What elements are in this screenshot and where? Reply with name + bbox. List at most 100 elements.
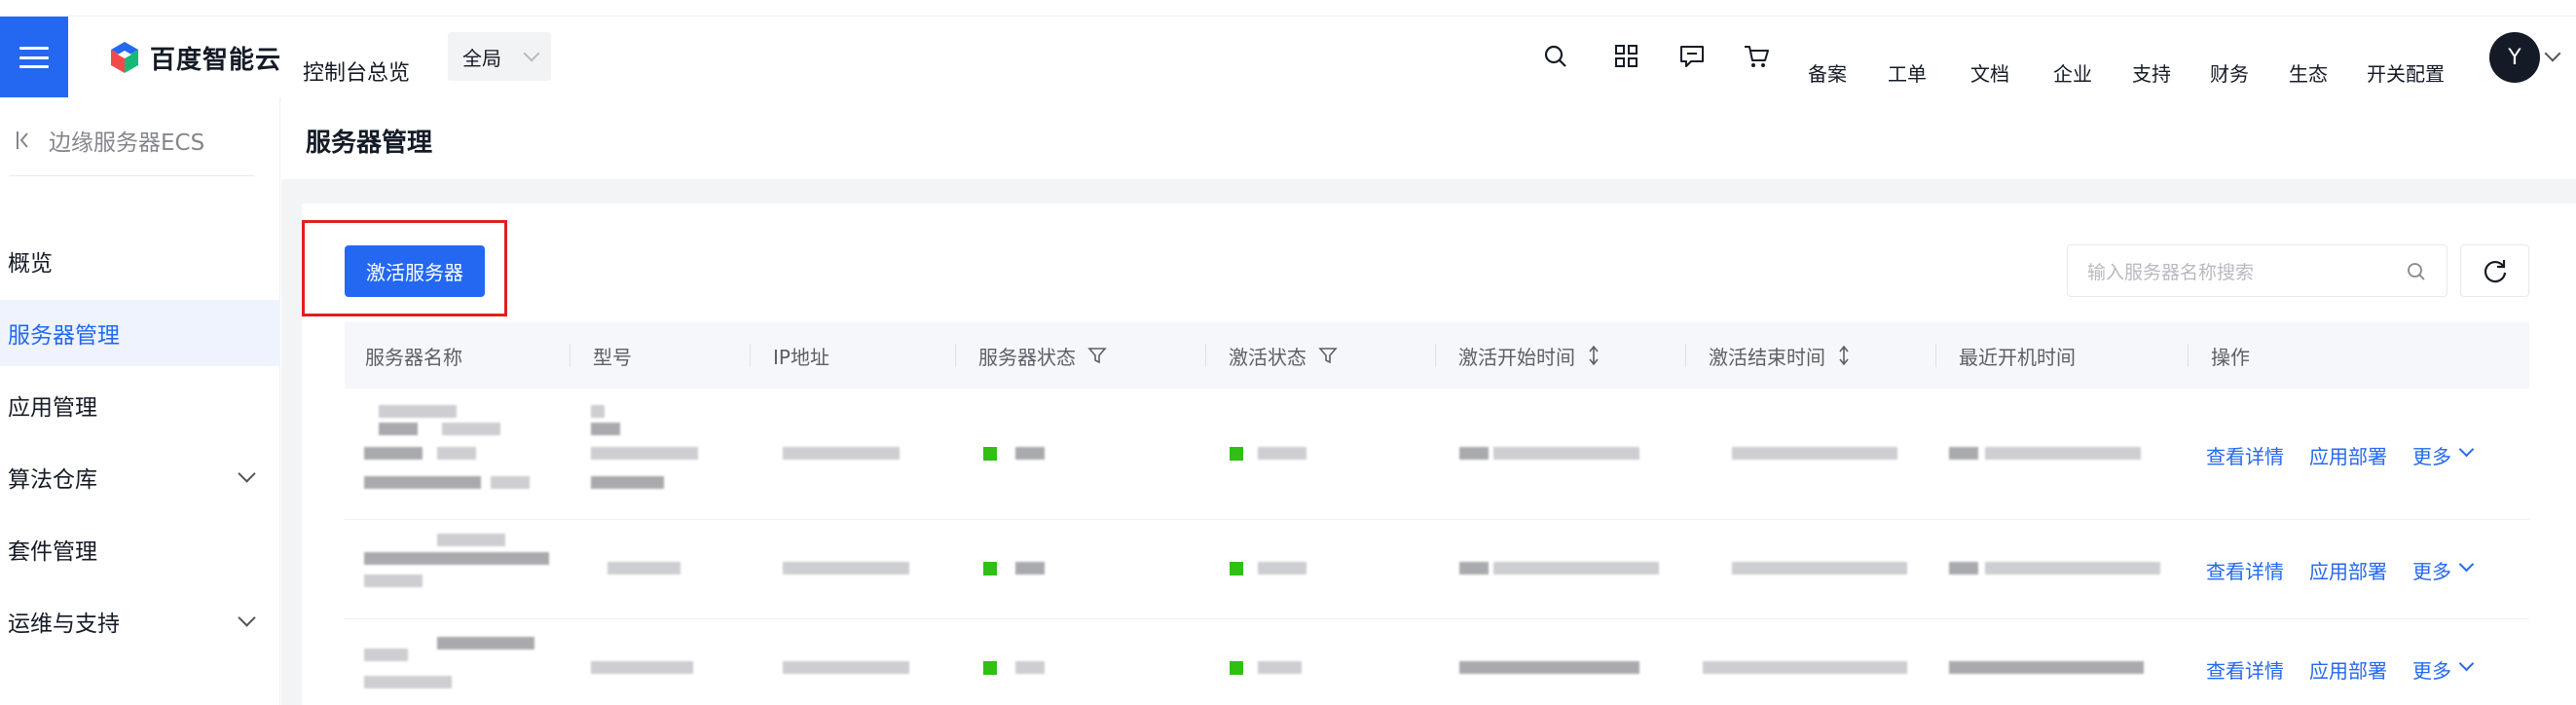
redacted-ip [783,447,900,460]
column-header-ip: IP地址 [773,345,829,369]
more-actions-link[interactable]: 更多 [2412,655,2451,684]
activate-server-button[interactable]: 激活服务器 [345,245,485,297]
sidebar-item-ops-support[interactable]: 运维与支持 [0,588,280,654]
redacted-activation-status [1258,447,1306,460]
scope-value: 全局 [462,46,501,70]
status-dot-running [983,447,997,461]
redacted-ip [783,562,909,575]
column-header-server-status: 服务器状态 [958,322,1107,389]
nav-ecosystem[interactable]: 生态 [2289,58,2328,87]
server-search-input[interactable]: 输入服务器名称搜索 [2067,244,2447,297]
redacted-activation-status [1258,661,1302,674]
sidebar-item-overview[interactable]: 概览 [0,228,280,294]
column-header-actions: 操作 [2211,345,2250,369]
redacted-model [591,423,620,435]
refresh-button[interactable] [2460,244,2529,297]
redacted-start-time [1493,447,1639,460]
nav-docs[interactable]: 文档 [1970,58,2009,87]
nav-ticket[interactable]: 工单 [1888,58,1927,87]
view-details-link[interactable]: 查看详情 [2206,441,2284,469]
redacted-model [591,661,693,674]
cart-icon[interactable] [1742,42,1771,71]
more-actions-link[interactable]: 更多 [2412,441,2451,469]
page-title: 服务器管理 [306,129,433,158]
more-actions-link[interactable]: 更多 [2412,556,2451,584]
redacted-last-boot [1949,661,2144,674]
sidebar-item-server-management[interactable]: 服务器管理 [0,300,280,366]
column-header-model: 型号 [593,345,632,369]
redacted-server-status [1015,562,1045,575]
nav-switch-config[interactable]: 开关配置 [2367,58,2445,87]
search-icon[interactable] [1541,42,1570,71]
status-dot-activated [1230,447,1243,461]
redacted-server-name [364,676,452,688]
status-dot-running [983,562,997,575]
redacted-model [591,405,605,418]
redacted-server-name [437,534,505,546]
sidebar-item-label: 服务器管理 [8,323,120,349]
sidebar-item-label: 运维与支持 [8,612,120,637]
apps-grid-icon[interactable] [1612,42,1641,71]
app-deploy-link[interactable]: 应用部署 [2309,655,2387,684]
nav-filing[interactable]: 备案 [1808,58,1847,87]
sort-icon[interactable] [1837,345,1851,366]
redacted-server-name [379,423,418,435]
redacted-server-name [491,476,530,489]
view-details-link[interactable]: 查看详情 [2206,655,2284,684]
chevron-down-icon[interactable] [2458,655,2475,672]
column-divider [1685,344,1686,367]
redacted-model [607,562,681,575]
console-overview-link[interactable]: 控制台总览 [303,56,410,87]
redacted-start-time [1459,447,1489,460]
message-icon[interactable] [1677,42,1707,71]
status-dot-activated [1230,562,1243,575]
filter-icon[interactable] [1087,346,1107,365]
sidebar-item-label: 应用管理 [8,395,97,421]
chevron-down-icon [238,609,256,627]
redacted-last-boot [1985,562,2160,575]
redacted-server-name [364,552,549,565]
table-row: 查看详情 应用部署 更多 [345,619,2529,705]
logo-text: 百度智能云 [150,45,282,75]
sidebar-item-label: 套件管理 [8,539,97,565]
redacted-last-boot [1949,562,1978,575]
hamburger-menu-button[interactable] [0,17,68,98]
redacted-server-name [364,447,423,460]
column-header-activation-start: 激活开始时间 [1438,322,1601,389]
app-deploy-link[interactable]: 应用部署 [2309,441,2387,469]
redacted-server-name [437,447,476,460]
column-divider [955,344,956,367]
column-divider [1935,344,1936,367]
user-avatar[interactable]: Y [2489,32,2540,83]
redacted-activation-status [1258,562,1306,575]
nav-enterprise[interactable]: 企业 [2053,58,2092,87]
nav-support[interactable]: 支持 [2132,58,2171,87]
sidebar-item-suite-management[interactable]: 套件管理 [0,516,280,582]
nav-finance[interactable]: 财务 [2210,58,2249,87]
column-header-last-boot: 最近开机时间 [1959,345,2076,369]
redacted-end-time [1703,661,1907,674]
sidebar-item-label: 概览 [8,251,53,277]
menu-icon [19,47,49,68]
chevron-down-icon[interactable] [2458,556,2475,573]
view-details-link[interactable]: 查看详情 [2206,556,2284,584]
refresh-icon [2484,260,2506,283]
redacted-start-time [1459,661,1639,674]
redacted-model [591,476,664,489]
sidebar-item-algorithm-repo[interactable]: 算法仓库 [0,444,280,510]
redacted-last-boot [1985,447,2141,460]
column-divider [750,344,751,367]
column-header-server-name: 服务器名称 [365,345,462,369]
filter-icon[interactable] [1318,346,1338,365]
sidebar-item-app-management[interactable]: 应用管理 [0,372,280,438]
chevron-down-icon[interactable] [2544,45,2561,62]
status-dot-running [983,661,997,675]
region-scope-select[interactable]: 全局 [448,32,551,81]
status-dot-activated [1230,661,1243,675]
sidebar-back-link[interactable]: 边缘服务器ECS [14,124,204,157]
sort-icon[interactable] [1587,345,1601,366]
search-icon[interactable] [2406,261,2427,282]
chevron-down-icon[interactable] [2458,441,2475,458]
baidu-ai-cloud-logo[interactable]: 百度智能云 [107,38,281,77]
app-deploy-link[interactable]: 应用部署 [2309,556,2387,584]
